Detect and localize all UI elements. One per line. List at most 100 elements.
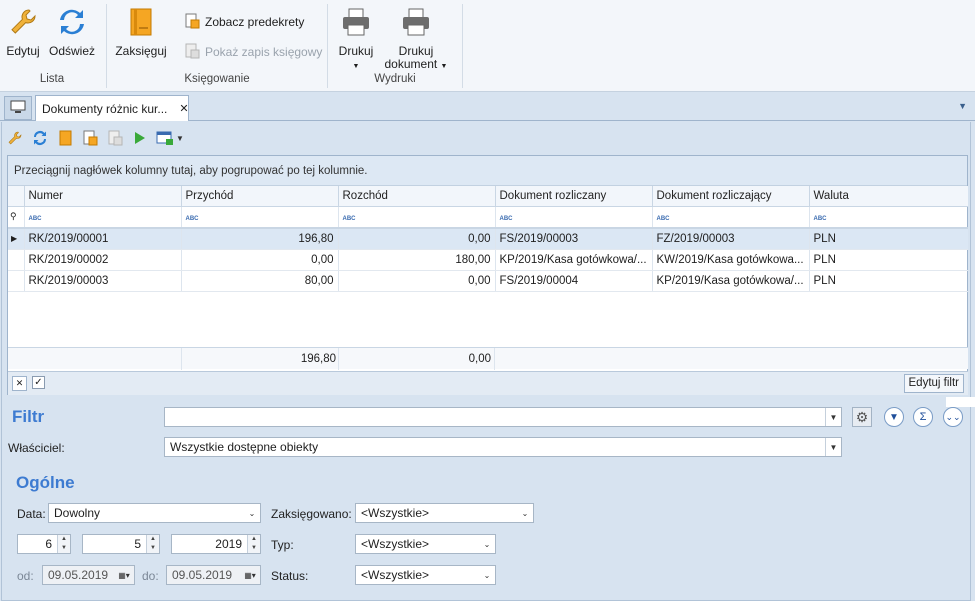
filter-cell-waluta[interactable]: ABC — [809, 206, 968, 229]
refresh-icon[interactable] — [31, 129, 49, 147]
cell-przychod[interactable]: 80,00 — [181, 270, 339, 292]
date-range-value: Dowolny — [54, 506, 101, 520]
apply-filter-button[interactable]: ▼ — [884, 407, 904, 427]
tab-exchange-diff-documents[interactable]: Dokumenty różnic kur... ✕ — [35, 95, 189, 121]
refresh-icon — [48, 6, 96, 41]
posted-select[interactable]: <Wszystkie> ⌄ — [355, 503, 534, 523]
play-icon[interactable] — [131, 129, 149, 147]
chevron-down-icon[interactable]: ▼ — [825, 408, 841, 426]
column-header-numer[interactable]: Numer — [24, 186, 182, 207]
filter-input[interactable]: ▼ — [164, 407, 842, 427]
enable-filter-checkbox[interactable]: ✓ — [32, 376, 45, 389]
chevron-down-icon[interactable]: ⌄ — [244, 504, 260, 522]
current-row-indicator-icon: ▶ — [8, 228, 25, 250]
cell-numer[interactable]: RK/2019/00001 — [24, 228, 182, 250]
type-label: Typ: — [271, 538, 294, 552]
table-header-row: Numer Przychód Rozchód Dokument rozlicza… — [8, 186, 968, 207]
type-select[interactable]: <Wszystkie> ⌄ — [355, 534, 496, 554]
cell-dokument-rozliczajacy[interactable]: KP/2019/Kasa gotówkowa/... — [652, 270, 810, 292]
owner-label: Właściciel: — [8, 441, 65, 455]
collapse-filter-button[interactable]: ⌄⌄ — [943, 407, 963, 427]
cell-numer[interactable]: RK/2019/00003 — [24, 270, 182, 292]
calendar-icon[interactable]: ▦▾ — [114, 566, 134, 584]
calendar-icon[interactable]: ▦▾ — [240, 566, 260, 584]
cell-dokument-rozliczajacy[interactable]: FZ/2019/00003 — [652, 228, 810, 250]
edit-label: Edytuj — [6, 44, 40, 58]
column-header-przychod[interactable]: Przychód — [181, 186, 339, 207]
auto-filter-row: ⚲ ABC ABC ABC ABC ABC ABC — [8, 206, 968, 229]
predecree-icon[interactable] — [81, 129, 99, 147]
text-filter-icon: ABC — [28, 215, 42, 222]
show-predecrees-button[interactable]: Zobacz predekrety — [184, 13, 304, 31]
cell-dokument-rozliczany[interactable]: FS/2019/00003 — [495, 228, 653, 250]
close-icon[interactable]: ✕ — [179, 102, 188, 115]
date-to-field[interactable]: 09.05.2019 ▦▾ — [166, 565, 261, 585]
sum-button[interactable]: Σ — [913, 407, 933, 427]
filter-pin-icon: ⚲ — [8, 206, 25, 229]
cell-waluta[interactable]: PLN — [809, 270, 968, 292]
spinner-arrows-icon[interactable]: ▲ ▼ — [247, 535, 260, 553]
chevron-down-icon[interactable]: ▼ — [825, 438, 841, 456]
refresh-button[interactable]: Odśwież — [48, 6, 96, 58]
clear-filter-icon[interactable]: ✕ — [12, 376, 27, 391]
status-value: <Wszystkie> — [361, 568, 430, 582]
edit-button[interactable]: Edytuj — [4, 6, 42, 58]
cell-rozchod[interactable]: 0,00 — [338, 270, 496, 292]
filter-cell-rozchod[interactable]: ABC — [338, 206, 496, 229]
cell-przychod[interactable]: 196,80 — [181, 228, 339, 250]
print-button[interactable]: Drukuj ▼ — [335, 6, 377, 73]
chevron-down-icon[interactable]: ▼ — [176, 134, 184, 143]
day-spinner[interactable]: 5 ▲ ▼ — [82, 534, 160, 554]
ledger-icon[interactable] — [56, 129, 74, 147]
cell-dokument-rozliczany[interactable]: KP/2019/Kasa gotówkowa/... — [495, 249, 653, 271]
cell-dokument-rozliczajacy[interactable]: KW/2019/Kasa gotówkowa... — [652, 249, 810, 271]
filter-cell-dokument-rozliczajacy[interactable]: ABC — [652, 206, 810, 229]
filter-cell-przychod[interactable]: ABC — [181, 206, 339, 229]
cell-waluta[interactable]: PLN — [809, 228, 968, 250]
post-button[interactable]: Zaksięguj — [112, 6, 170, 58]
table-row[interactable]: ▶ RK/2019/00001 196,80 0,00 FS/2019/0000… — [8, 228, 968, 250]
show-entry-button[interactable]: Pokaż zapis księgowy — [184, 43, 322, 61]
cell-rozchod[interactable]: 180,00 — [338, 249, 496, 271]
group-by-hint[interactable]: Przeciągnij nagłówek kolumny tutaj, aby … — [8, 156, 967, 186]
wrench-icon — [4, 6, 42, 41]
date-from-field[interactable]: 09.05.2019 ▦▾ — [42, 565, 135, 585]
filter-settings-button[interactable]: ⚙ — [852, 407, 872, 427]
spinner-arrows-icon[interactable]: ▲ ▼ — [57, 535, 70, 553]
cell-przychod[interactable]: 0,00 — [181, 249, 339, 271]
column-header-dokument-rozliczajacy[interactable]: Dokument rozliczający — [652, 186, 810, 207]
desktop-tab[interactable] — [4, 96, 32, 120]
year-spinner[interactable]: 2019 ▲ ▼ — [171, 534, 261, 554]
status-select[interactable]: <Wszystkie> ⌄ — [355, 565, 496, 585]
month-spinner[interactable]: 6 ▲ ▼ — [17, 534, 71, 554]
owner-select[interactable]: Wszystkie dostępne obiekty ▼ — [164, 437, 842, 457]
panel-corner — [946, 397, 975, 407]
column-header-waluta[interactable]: Waluta — [809, 186, 968, 207]
entry-icon[interactable] — [106, 129, 124, 147]
edit-filter-button[interactable]: Edytuj filtr — [903, 374, 964, 393]
table-row[interactable]: RK/2019/00003 80,00 0,00 FS/2019/00004 K… — [8, 270, 968, 292]
cell-dokument-rozliczany[interactable]: FS/2019/00004 — [495, 270, 653, 292]
date-to-label: do: — [142, 569, 159, 583]
chevron-down-icon[interactable]: ⌄ — [517, 504, 533, 522]
wrench-icon[interactable] — [6, 129, 24, 147]
cell-waluta[interactable]: PLN — [809, 249, 968, 271]
ribbon-separator — [106, 4, 107, 88]
text-filter-icon: ABC — [499, 215, 513, 222]
spinner-arrows-icon[interactable]: ▲ ▼ — [146, 535, 159, 553]
filter-cell-dokument-rozliczany[interactable]: ABC — [495, 206, 653, 229]
column-header-dokument-rozliczany[interactable]: Dokument rozliczany — [495, 186, 653, 207]
date-range-select[interactable]: Dowolny ⌄ — [48, 503, 261, 523]
tab-list-dropdown-icon[interactable]: ▼ — [958, 101, 967, 111]
chevron-down-icon[interactable]: ⌄ — [479, 535, 495, 553]
filter-cell-numer[interactable]: ABC — [24, 206, 182, 229]
chevron-down-icon[interactable]: ⌄ — [479, 566, 495, 584]
monitor-icon — [10, 100, 26, 117]
cell-rozchod[interactable]: 0,00 — [338, 228, 496, 250]
print-document-button[interactable]: Drukuj dokument ▼ — [384, 6, 448, 73]
table-row[interactable]: RK/2019/00002 0,00 180,00 KP/2019/Kasa g… — [8, 249, 968, 271]
column-header-rozchod[interactable]: Rozchód — [338, 186, 496, 207]
cell-numer[interactable]: RK/2019/00002 — [24, 249, 182, 271]
export-icon[interactable] — [156, 129, 174, 147]
type-value: <Wszystkie> — [361, 537, 430, 551]
